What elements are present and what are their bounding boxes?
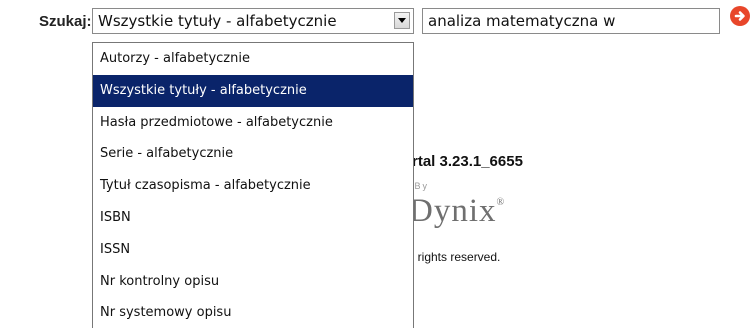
dynix-logo-text: Dynix <box>409 193 497 229</box>
dropdown-option-series[interactable]: Serie - alfabetycznie <box>93 138 413 170</box>
dropdown-option-authors[interactable]: Autorzy - alfabetycznie <box>93 43 413 75</box>
page: Szukaj: Wszystkie tytuły - alfabetycznie… <box>0 0 751 328</box>
dynix-logo: Dynix® <box>409 193 505 230</box>
rights-text: ll rights reserved. <box>409 250 501 264</box>
search-index-dropdown-list: Autorzy - alfabetycznie Wszystkie tytuły… <box>92 42 414 328</box>
registered-mark: ® <box>496 197 506 208</box>
dropdown-option-control-number[interactable]: Nr kontrolny opisu <box>93 266 413 298</box>
dropdown-option-journal-title[interactable]: Tytuł czasopisma - alfabetycznie <box>93 170 413 202</box>
search-index-select[interactable]: Wszystkie tytuły - alfabetycznie <box>92 8 414 34</box>
dropdown-option-all-titles[interactable]: Wszystkie tytuły - alfabetycznie <box>93 74 413 107</box>
chevron-down-icon[interactable] <box>394 12 410 29</box>
dropdown-option-issn[interactable]: ISSN <box>93 234 413 266</box>
dropdown-option-subjects[interactable]: Hasła przedmiotowe - alfabetycznie <box>93 107 413 139</box>
dropdown-option-isbn[interactable]: ISBN <box>93 202 413 234</box>
search-label: Szukaj: <box>39 13 92 30</box>
search-query-input[interactable] <box>422 8 720 34</box>
dropdown-option-system-number[interactable]: Nr systemowy opisu <box>93 297 413 328</box>
portal-version-text: rtal 3.23.1_6655 <box>412 153 523 170</box>
search-index-selected-value: Wszystkie tytuły - alfabetycznie <box>98 12 337 30</box>
go-arrow-icon[interactable] <box>729 5 751 27</box>
